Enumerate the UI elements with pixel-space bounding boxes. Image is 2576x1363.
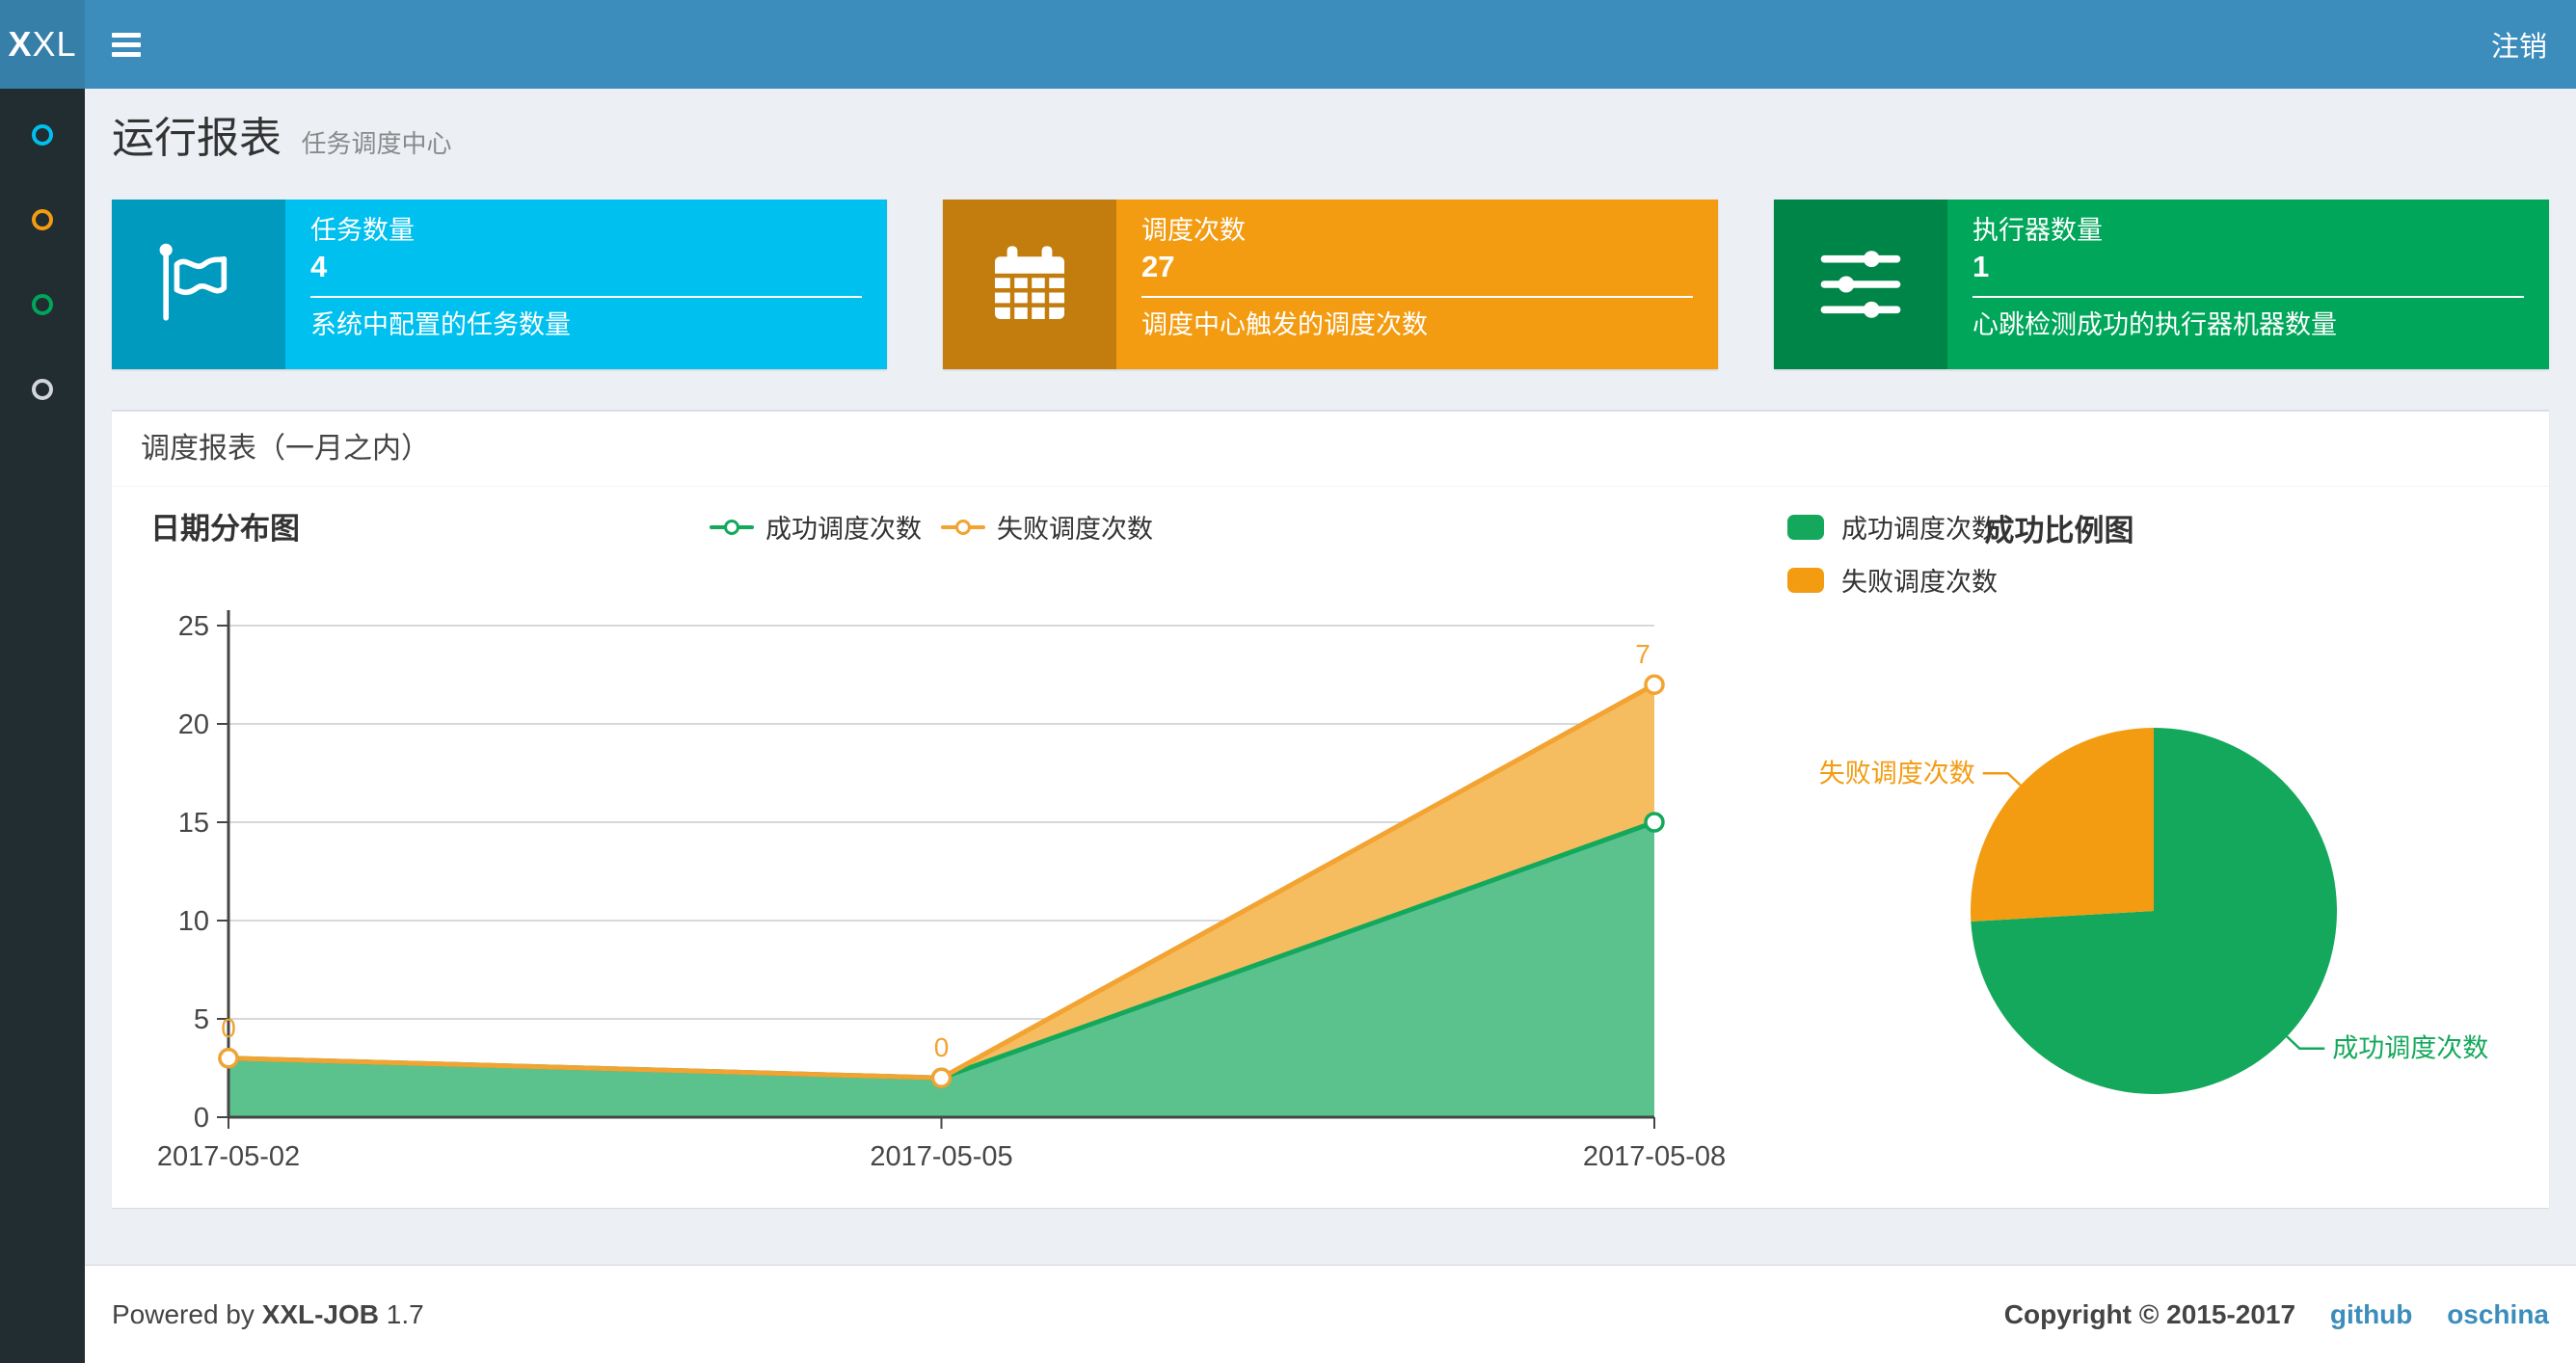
sidebar bbox=[0, 89, 85, 1363]
sidebar-item-executors[interactable] bbox=[0, 347, 85, 432]
stat-card-executors: 执行器数量 1 心跳检测成功的执行器机器数量 bbox=[1774, 200, 2549, 369]
copyright: Copyright © 2015-2017 bbox=[2003, 1298, 2296, 1329]
divider bbox=[1972, 296, 2524, 298]
stat-label: 调度次数 bbox=[1141, 216, 1246, 245]
pie-chart: 成功调度次数 失败调度次数 bbox=[1751, 530, 2549, 1200]
stat-card-body: 任务数量 4 系统中配置的任务数量 bbox=[285, 200, 887, 369]
stat-label: 任务数量 bbox=[310, 216, 415, 245]
sliders-icon bbox=[1774, 200, 1947, 369]
svg-text:20: 20 bbox=[178, 709, 209, 740]
divider bbox=[310, 296, 862, 298]
line-marker-icon bbox=[941, 519, 985, 535]
svg-text:0: 0 bbox=[194, 1103, 209, 1134]
svg-text:10: 10 bbox=[178, 906, 209, 937]
svg-text:7: 7 bbox=[1635, 639, 1650, 669]
svg-text:2017-05-02: 2017-05-02 bbox=[157, 1141, 300, 1172]
footer: Powered by XXL-JOB 1.7 Copyright © 2015-… bbox=[85, 1265, 2576, 1363]
panel-title: 调度报表（一月之内） bbox=[112, 412, 2549, 487]
top-navbar: X XL 注销 bbox=[0, 0, 2576, 89]
flag-icon bbox=[112, 200, 285, 369]
report-panel: 调度报表（一月之内） 日期分布图 成功调度次数 失败调度次数 成功调度次数 失败… bbox=[112, 410, 2549, 1208]
stat-card-body: 调度次数 27 调度中心触发的调度次数 bbox=[1116, 200, 1718, 369]
stat-desc: 心跳检测成功的执行器机器数量 bbox=[1972, 310, 2337, 339]
sidebar-item-logs[interactable] bbox=[0, 262, 85, 347]
stat-value: 27 bbox=[1141, 250, 1175, 283]
divider bbox=[1141, 296, 1693, 298]
page-subtitle: 任务调度中心 bbox=[301, 129, 452, 158]
stat-value: 4 bbox=[310, 250, 328, 283]
stat-value: 1 bbox=[1972, 250, 1990, 283]
page-header: 运行报表 任务调度中心 bbox=[85, 89, 2576, 170]
sidebar-item-dashboard[interactable] bbox=[0, 93, 85, 177]
circle-icon bbox=[32, 124, 53, 146]
circle-icon bbox=[32, 379, 53, 400]
stat-desc: 系统中配置的任务数量 bbox=[310, 310, 571, 339]
oschina-link[interactable]: oschina bbox=[2447, 1299, 2549, 1329]
calendar-icon bbox=[943, 200, 1116, 369]
stat-desc: 调度中心触发的调度次数 bbox=[1141, 310, 1428, 339]
stat-card-triggers: 调度次数 27 调度中心触发的调度次数 bbox=[943, 200, 1718, 369]
svg-text:25: 25 bbox=[178, 611, 209, 642]
page-title: 运行报表 bbox=[112, 115, 282, 162]
circle-icon bbox=[32, 209, 53, 230]
sidebar-item-jobs[interactable] bbox=[0, 177, 85, 262]
sidebar-toggle-icon[interactable] bbox=[112, 28, 145, 62]
svg-text:0: 0 bbox=[221, 1013, 236, 1043]
stat-card-jobs: 任务数量 4 系统中配置的任务数量 bbox=[112, 200, 887, 369]
dashboard-page: X XL 注销 运行报表 任务调度中心 任务数量 4 系统中配置的任务数量 调度… bbox=[0, 0, 2576, 1363]
github-link[interactable]: github bbox=[2330, 1299, 2413, 1329]
footer-links: Copyright © 2015-2017 github oschina bbox=[2004, 1299, 2549, 1330]
svg-text:2017-05-05: 2017-05-05 bbox=[870, 1141, 1012, 1172]
svg-text:成功调度次数: 成功调度次数 bbox=[2332, 1034, 2488, 1063]
main-content: 运行报表 任务调度中心 任务数量 4 系统中配置的任务数量 调度次数 27 调度… bbox=[85, 89, 2576, 1363]
svg-text:2017-05-08: 2017-05-08 bbox=[1583, 1141, 1726, 1172]
product-name: XXL-JOB bbox=[261, 1298, 380, 1329]
stat-label: 执行器数量 bbox=[1972, 216, 2103, 245]
product-version: 1.7 bbox=[386, 1298, 424, 1329]
logout-link[interactable]: 注销 bbox=[2491, 24, 2547, 65]
svg-text:5: 5 bbox=[194, 1004, 209, 1035]
svg-text:15: 15 bbox=[178, 808, 209, 839]
panel-body: 日期分布图 成功调度次数 失败调度次数 成功调度次数 失败调度次数 成功比例图 … bbox=[112, 487, 2549, 1208]
area-chart: 0 0 7 0 5 10 15 20 25 2017-05-02 2017-05-05 2017-05… bbox=[112, 530, 1751, 1200]
svg-text:0: 0 bbox=[934, 1032, 950, 1062]
circle-icon bbox=[32, 294, 53, 315]
powered-by: Powered by XXL-JOB 1.7 bbox=[112, 1298, 424, 1329]
svg-text:失败调度次数: 失败调度次数 bbox=[1819, 759, 1975, 788]
app-logo[interactable]: X XL bbox=[0, 0, 85, 89]
stat-cards-row: 任务数量 4 系统中配置的任务数量 调度次数 27 调度中心触发的调度次数 执行… bbox=[112, 200, 2549, 369]
line-marker-icon bbox=[710, 519, 754, 535]
navbar-main: 注销 bbox=[85, 0, 2576, 89]
logo-suffix: XL bbox=[32, 24, 77, 64]
stat-card-body: 执行器数量 1 心跳检测成功的执行器机器数量 bbox=[1947, 200, 2549, 369]
